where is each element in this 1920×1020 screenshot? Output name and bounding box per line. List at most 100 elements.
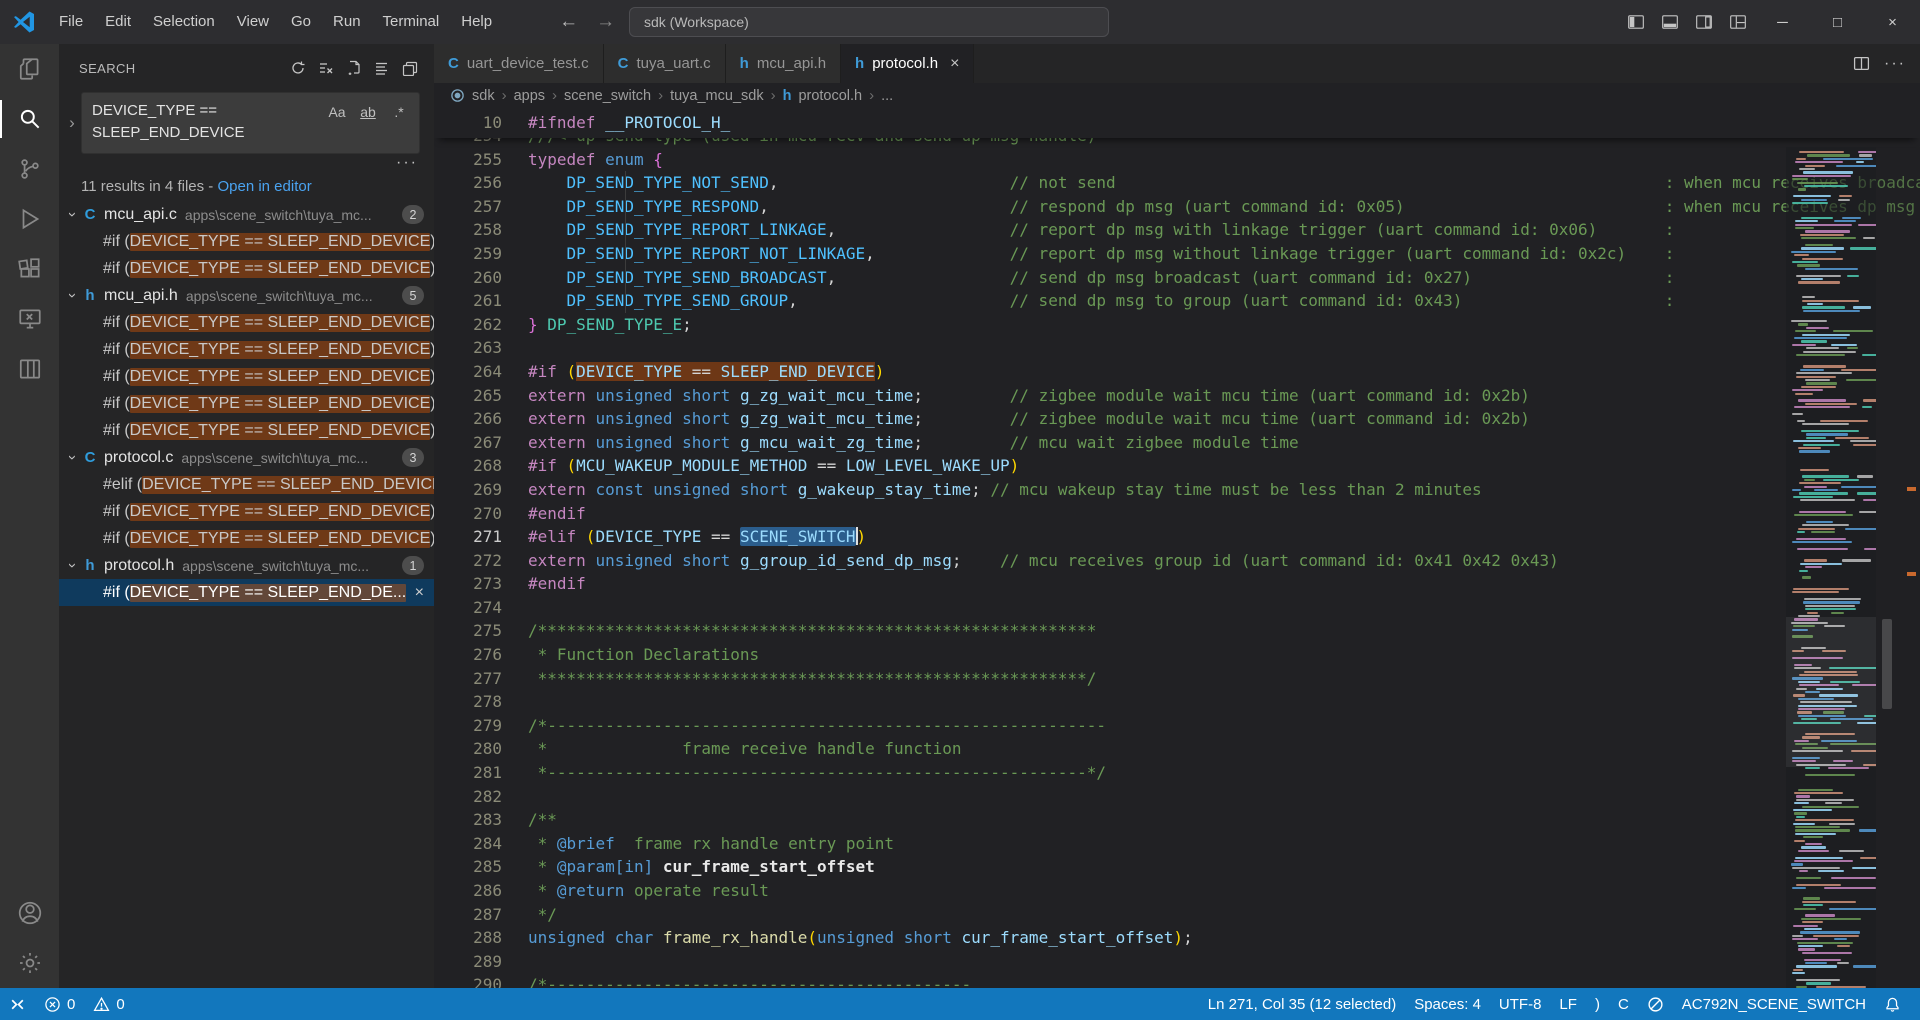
editor-more-actions-icon[interactable]: ···: [1884, 55, 1906, 73]
menu-go[interactable]: Go: [280, 0, 322, 44]
close-button[interactable]: ×: [1865, 0, 1920, 44]
breadcrumb-item[interactable]: scene_switch: [564, 88, 651, 104]
code-line-277[interactable]: 277 ************************************…: [434, 667, 1920, 691]
code-line-280[interactable]: 280 * frame receive handle function: [434, 737, 1920, 761]
collapse-all-icon[interactable]: [368, 56, 396, 80]
clear-search-results-icon[interactable]: [312, 56, 340, 80]
status-remote[interactable]: [0, 988, 35, 1020]
forward-arrow-icon[interactable]: →: [596, 11, 615, 33]
code-line-261[interactable]: 261 DP_SEND_TYPE_SEND_GROUP, // send dp …: [434, 289, 1920, 313]
status-circle-slash[interactable]: [1638, 988, 1673, 1020]
tab-mcu_api-h[interactable]: hmcu_api.h: [726, 44, 841, 83]
code-line-290[interactable]: 290/*-----------------------------------…: [434, 973, 1920, 988]
scrollbar-slider[interactable]: [1882, 619, 1892, 709]
status-bell[interactable]: [1875, 988, 1910, 1020]
search-result-row[interactable]: #if (DEVICE_TYPE == SLEEP_END_DEVICE): [59, 498, 434, 525]
code-line-258[interactable]: 258 DP_SEND_TYPE_REPORT_LINKAGE, // repo…: [434, 218, 1920, 242]
code-line-272[interactable]: 272extern unsigned short g_group_id_send…: [434, 549, 1920, 573]
toggle-panel-bottom-icon[interactable]: [1653, 0, 1687, 44]
file-group-row[interactable]: ›Cmcu_api.capps\scene_switch\tuya_mc...2: [59, 201, 434, 228]
code-line-257[interactable]: 257 DP_SEND_TYPE_RESPOND, // respond dp …: [434, 195, 1920, 219]
minimize-button[interactable]: ─: [1755, 0, 1810, 44]
code-line-265[interactable]: 265extern unsigned short g_zg_wait_mcu_t…: [434, 384, 1920, 408]
toggle-replace-chevron-icon[interactable]: ›: [63, 92, 81, 154]
search-result-row[interactable]: #if (DEVICE_TYPE == SLEEP_END_DEVICE): [59, 417, 434, 444]
search-result-row[interactable]: #if (DEVICE_TYPE == SLEEP_END_DEVICE): [59, 228, 434, 255]
breadcrumb[interactable]: sdk›apps›scene_switch›tuya_mcu_sdk›hprot…: [434, 83, 1920, 108]
code-line-282[interactable]: 282: [434, 785, 1920, 809]
code-line-264[interactable]: 264#if (DEVICE_TYPE == SLEEP_END_DEVICE): [434, 360, 1920, 384]
status-spaces-4[interactable]: Spaces: 4: [1405, 988, 1490, 1020]
code-line-285[interactable]: 285 * @param[in] cur_frame_start_offset: [434, 855, 1920, 879]
search-result-row[interactable]: #if (DEVICE_TYPE == SLEEP_END_DEVICE): [59, 525, 434, 552]
open-new-search-editor-icon[interactable]: [340, 56, 368, 80]
search-input[interactable]: DEVICE_TYPE == SLEEP_END_DEVICE Aaab.*: [81, 92, 420, 154]
breadcrumb-item[interactable]: protocol.h: [798, 88, 862, 104]
status-error[interactable]: 0: [35, 988, 84, 1020]
dismiss-result-icon[interactable]: ×: [415, 584, 424, 602]
code-line-270[interactable]: 270#endif: [434, 502, 1920, 526]
search-result-row[interactable]: #if (DEVICE_TYPE == SLEEP_END_DEVICE): [59, 336, 434, 363]
breadcrumb-item[interactable]: ...: [881, 88, 893, 104]
search-result-row[interactable]: #elif (DEVICE_TYPE == SLEEP_END_DEVICE): [59, 471, 434, 498]
status-utf-8[interactable]: UTF-8: [1490, 988, 1551, 1020]
search-result-row[interactable]: #if (DEVICE_TYPE == SLEEP_END_DEVICE): [59, 390, 434, 417]
code-line-275[interactable]: 275/************************************…: [434, 619, 1920, 643]
search-icon[interactable]: [0, 94, 59, 144]
editor-scrollbar[interactable]: [1876, 147, 1920, 988]
code-line-288[interactable]: 288unsigned char frame_rx_handle(unsigne…: [434, 926, 1920, 950]
status-ln-271-col-35-12-selecte[interactable]: Ln 271, Col 35 (12 selected): [1199, 988, 1405, 1020]
menu-edit[interactable]: Edit: [94, 0, 142, 44]
breadcrumb-item[interactable]: tuya_mcu_sdk: [670, 88, 764, 104]
code-line-271[interactable]: 271#elif (DEVICE_TYPE == SCENE_SWITCH): [434, 525, 1920, 549]
open-in-editor-link[interactable]: Open in editor: [217, 178, 311, 195]
settings-icon[interactable]: [0, 938, 59, 988]
status--[interactable]: ): [1586, 988, 1609, 1020]
chevron-down-icon[interactable]: ›: [63, 449, 81, 466]
tab-protocol-h[interactable]: hprotocol.h×: [841, 44, 974, 83]
menu-terminal[interactable]: Terminal: [372, 0, 451, 44]
minimap-slider[interactable]: [1786, 617, 1876, 767]
code-line-269[interactable]: 269extern const unsigned short g_wakeup_…: [434, 478, 1920, 502]
explorer-icon[interactable]: [0, 44, 59, 94]
search-result-row[interactable]: #if (DEVICE_TYPE == SLEEP_END_DEVICE): [59, 309, 434, 336]
sticky-line-10[interactable]: 10#ifndef __PROTOCOL_H_: [434, 108, 1920, 137]
back-arrow-icon[interactable]: ←: [559, 11, 578, 33]
file-group-row[interactable]: ›Cprotocol.capps\scene_switch\tuya_mc...…: [59, 444, 434, 471]
menu-file[interactable]: File: [48, 0, 94, 44]
menu-selection[interactable]: Selection: [142, 0, 226, 44]
code-editor[interactable]: 254///< up send type (used in mcu recv a…: [434, 108, 1920, 988]
run-debug-icon[interactable]: [0, 194, 59, 244]
code-line-267[interactable]: 267extern unsigned short g_mcu_wait_zg_t…: [434, 431, 1920, 455]
source-control-icon[interactable]: [0, 144, 59, 194]
status-ac792n-scene-switch[interactable]: AC792N_SCENE_SWITCH: [1673, 988, 1875, 1020]
code-line-273[interactable]: 273#endif: [434, 572, 1920, 596]
code-line-263[interactable]: 263: [434, 336, 1920, 360]
code-line-284[interactable]: 284 * @brief frame rx handle entry point: [434, 832, 1920, 856]
menu-view[interactable]: View: [226, 0, 280, 44]
chevron-down-icon[interactable]: ›: [63, 206, 81, 223]
file-group-row[interactable]: ›hprotocol.happs\scene_switch\tuya_mc...…: [59, 552, 434, 579]
search-result-row[interactable]: #if (DEVICE_TYPE == SLEEP_END_DE...×: [59, 579, 434, 606]
code-line-281[interactable]: 281 *-----------------------------------…: [434, 761, 1920, 785]
code-line-262[interactable]: 262} DP_SEND_TYPE_E;: [434, 313, 1920, 337]
search-result-row[interactable]: #if (DEVICE_TYPE == SLEEP_END_DEVICE): [59, 255, 434, 282]
code-line-286[interactable]: 286 * @return operate result: [434, 879, 1920, 903]
code-line-274[interactable]: 274: [434, 596, 1920, 620]
status-c[interactable]: C: [1609, 988, 1638, 1020]
tab-tuya_uart-c[interactable]: Ctuya_uart.c: [604, 44, 726, 83]
breadcrumb-item[interactable]: apps: [514, 88, 545, 104]
regex-toggle[interactable]: .*: [387, 101, 411, 123]
toggle-panel-right-icon[interactable]: [1687, 0, 1721, 44]
code-line-256[interactable]: 256 DP_SEND_TYPE_NOT_SEND, // not send :…: [434, 171, 1920, 195]
split-editor-icon[interactable]: [1853, 55, 1870, 72]
refresh-icon[interactable]: [284, 56, 312, 80]
code-line-276[interactable]: 276 * Function Declarations: [434, 643, 1920, 667]
remote-monitor-icon[interactable]: [0, 294, 59, 344]
match-case-toggle[interactable]: Aa: [325, 101, 349, 123]
menu-run[interactable]: Run: [322, 0, 372, 44]
code-line-278[interactable]: 278: [434, 690, 1920, 714]
status-lf[interactable]: LF: [1550, 988, 1586, 1020]
breadcrumb-item[interactable]: sdk: [472, 88, 495, 104]
customize-layout-icon[interactable]: [1721, 0, 1755, 44]
